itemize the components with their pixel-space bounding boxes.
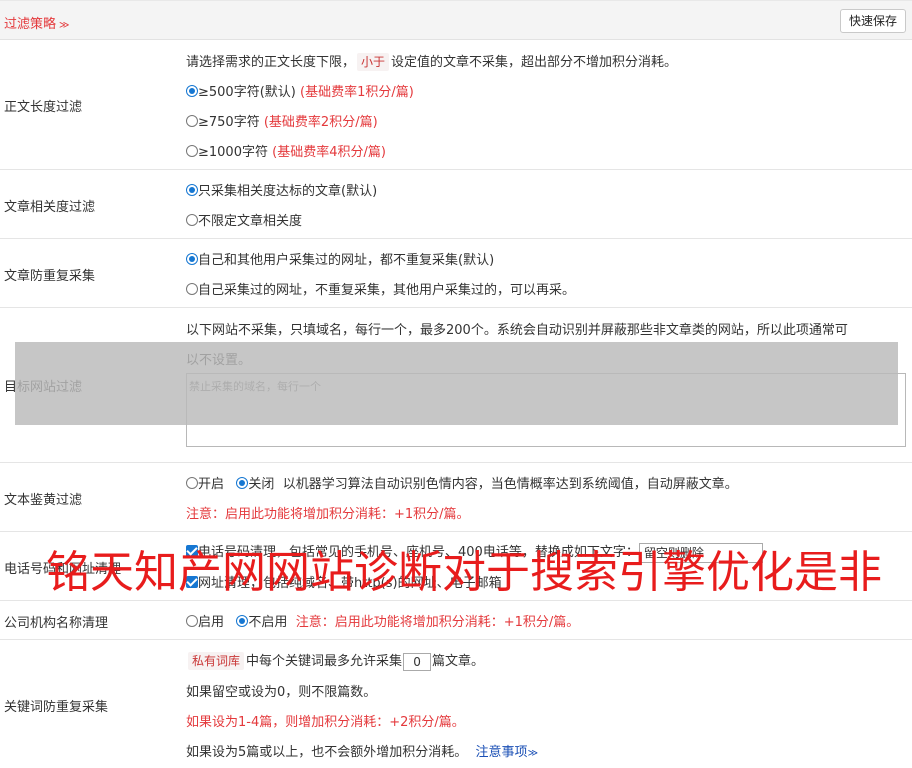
row-label: 公司机构名称清理 <box>4 616 109 631</box>
radio-dedupe-all[interactable] <box>186 253 198 265</box>
length-filter-desc: 请选择需求的正文长度下限， 小于 设定值的文章不采集，超出部分不增加积分消耗。 <box>186 51 677 71</box>
option-label: ≥500字符(默认) <box>198 85 296 100</box>
blocked-domains-textarea[interactable] <box>186 373 906 447</box>
option-relevance-only[interactable]: 只采集相关度达标的文章(默认) <box>186 180 377 199</box>
option-label: ≥1000字符 <box>198 145 268 160</box>
option-label: 开启 <box>198 477 225 492</box>
site-filter-desc-1: 以下网站不采集，只填域名，每行一个，最多200个。系统会自动识别并屏蔽那些非文章… <box>186 323 848 338</box>
keyword-dedupe-line2: 如果留空或设为0，则不限篇数。 <box>186 685 377 700</box>
option-label: ≥750字符 <box>198 115 260 130</box>
chevron-down-icon: ≫ <box>59 20 70 31</box>
option-label: 不限定文章相关度 <box>198 214 303 229</box>
row-label: 文本鉴黄过滤 <box>4 493 83 508</box>
org-clean-note: 注意：启用此功能将增加积分消耗：+1积分/篇。 <box>295 615 580 630</box>
option-label: 启用 <box>198 615 225 630</box>
chevron-down-icon: ≫ <box>527 748 539 759</box>
row-org-clean: 公司机构名称清理 启用 不启用 注意：启用此功能将增加积分消耗：+1积分/篇。 <box>0 601 912 640</box>
radio-relevance-only[interactable] <box>186 184 198 196</box>
row-label: 关键词防重复采集 <box>4 700 109 715</box>
radio-1000[interactable] <box>186 145 198 157</box>
radio-dedupe-self[interactable] <box>186 283 198 295</box>
option-relevance-any[interactable]: 不限定文章相关度 <box>186 210 302 229</box>
radio-relevance-any[interactable] <box>186 214 198 226</box>
desc-text: 设定值的文章不采集，超出部分不增加积分消耗。 <box>391 55 678 70</box>
row-label: 文章防重复采集 <box>4 269 96 284</box>
less-than-tag: 小于 <box>357 53 390 71</box>
option-label: 网址清理，包括纯域名、带http(s)的网址、电子邮箱 <box>198 576 502 591</box>
option-label: 不启用 <box>248 615 288 630</box>
desc-text: 中每个关键词最多允许采集 <box>246 654 403 669</box>
url-clean-option[interactable]: 网址清理，包括纯域名、带http(s)的网址、电子邮箱 <box>186 572 502 591</box>
option-750[interactable]: ≥750字符 (基础费率2积分/篇) <box>186 111 378 130</box>
notice-link[interactable]: 注意事项≫ <box>476 745 538 760</box>
option-1000[interactable]: ≥1000字符 (基础费率4积分/篇) <box>186 141 386 160</box>
quick-save-button[interactable]: 快速保存 <box>839 9 906 33</box>
porn-filter-desc: 以机器学习算法自动识别色情内容，当色情概率达到系统阈值，自动屏蔽文章。 <box>282 477 738 492</box>
desc-text: 如果设为5篇或以上，也不会额外增加积分消耗。 <box>186 745 468 760</box>
phone-clean-option[interactable]: 电话号码清理，包括常见的手机号、座机号、400电话等，替换成如下文字： 留空则删除 <box>186 541 763 563</box>
option-label: 自己采集过的网址，不重复采集，其他用户采集过的，可以再采。 <box>198 283 576 298</box>
radio-porn-off[interactable] <box>236 477 249 489</box>
desc-text: 请选择需求的正文长度下限， <box>186 55 356 70</box>
keyword-dedupe-line4: 如果设为5篇或以上，也不会额外增加积分消耗。 注意事项≫ <box>186 741 538 760</box>
section-title[interactable]: 过滤策略 ≫ <box>4 13 69 32</box>
row-relevance-filter: 文章相关度过滤 只采集相关度达标的文章(默认) 不限定文章相关度 <box>0 170 912 239</box>
row-phone-clean: 电话号码和网址清理 电话号码清理，包括常见的手机号、座机号、400电话等，替换成… <box>0 532 912 601</box>
option-note: (基础费率2积分/篇) <box>263 115 378 130</box>
filter-strategy-header: 过滤策略 ≫ 快速保存 <box>0 0 912 40</box>
checkbox-phone-clean[interactable] <box>186 545 198 557</box>
row-keyword-dedupe: 关键词防重复采集 私有词库 中每个关键词最多允许采集 0 篇文章。 如果留空或设为0，… <box>0 640 912 768</box>
row-porn-filter: 文本鉴黄过滤 开启 关闭 以机器学习算法自动识别色情内容，当色情概率达到系统阈值… <box>0 463 912 532</box>
section-title-text: 过滤策略 <box>4 17 57 32</box>
radio-500[interactable] <box>186 85 198 97</box>
org-clean-options: 启用 不启用 注意：启用此功能将增加积分消耗：+1积分/篇。 <box>186 611 579 630</box>
keyword-dedupe-line3: 如果设为1-4篇，则增加积分消耗：+2积分/篇。 <box>186 715 465 730</box>
row-label: 文章相关度过滤 <box>4 200 96 215</box>
option-note: (基础费率4积分/篇) <box>272 145 386 160</box>
option-label: 关闭 <box>248 477 275 492</box>
option-dedupe-self[interactable]: 自己采集过的网址，不重复采集，其他用户采集过的，可以再采。 <box>186 279 575 298</box>
radio-porn-on[interactable] <box>186 477 198 489</box>
replace-text-input[interactable]: 留空则删除 <box>638 542 763 563</box>
private-lexicon-tag[interactable]: 私有词库 <box>188 652 245 670</box>
option-500[interactable]: ≥500字符(默认) (基础费率1积分/篇) <box>186 81 414 100</box>
row-label: 目标网站过滤 <box>4 380 83 395</box>
site-filter-desc-2: 以不设置。 <box>186 353 252 368</box>
radio-750[interactable] <box>186 115 198 127</box>
row-label: 正文长度过滤 <box>4 100 83 115</box>
option-label: 自己和其他用户采集过的网址，都不重复采集(默认) <box>198 253 495 268</box>
porn-filter-note: 注意：启用此功能将增加积分消耗：+1积分/篇。 <box>186 507 470 522</box>
radio-org-on[interactable] <box>186 615 198 627</box>
max-articles-input[interactable]: 0 <box>403 652 432 671</box>
notice-link-text: 注意事项 <box>475 745 528 760</box>
row-label: 电话号码和网址清理 <box>4 562 122 577</box>
radio-org-off[interactable] <box>236 615 249 627</box>
checkbox-url-clean[interactable] <box>186 576 198 588</box>
row-site-filter: 目标网站过滤 以下网站不采集，只填域名，每行一个，最多200个。系统会自动识别并… <box>0 308 912 463</box>
desc-text: 篇文章。 <box>432 654 485 669</box>
row-dedupe: 文章防重复采集 自己和其他用户采集过的网址，都不重复采集(默认) 自己采集过的网… <box>0 239 912 308</box>
option-label: 只采集相关度达标的文章(默认) <box>198 184 378 199</box>
option-dedupe-all[interactable]: 自己和其他用户采集过的网址，都不重复采集(默认) <box>186 249 494 268</box>
porn-filter-options: 开启 关闭 以机器学习算法自动识别色情内容，当色情概率达到系统阈值，自动屏蔽文章… <box>186 473 738 492</box>
option-label: 电话号码清理，包括常见的手机号、座机号、400电话等，替换成如下文字： <box>198 545 639 560</box>
row-length-filter: 正文长度过滤 请选择需求的正文长度下限， 小于 设定值的文章不采集，超出部分不增加积… <box>0 40 912 170</box>
option-note: (基础费率1积分/篇) <box>300 85 414 100</box>
keyword-dedupe-line1: 私有词库 中每个关键词最多允许采集 0 篇文章。 <box>186 650 484 671</box>
